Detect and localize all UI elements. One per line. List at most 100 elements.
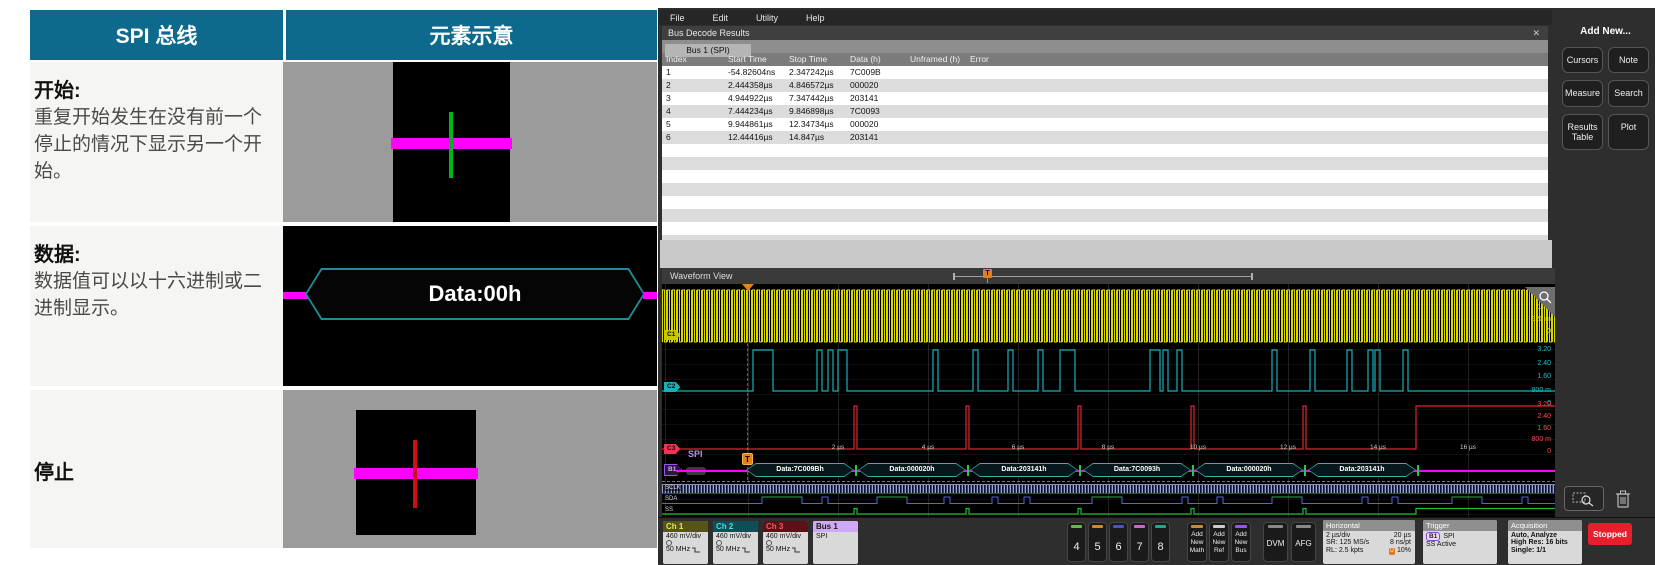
- add-new-ref-button[interactable]: Add New Ref: [1209, 522, 1229, 562]
- ch2-settings-card[interactable]: Ch 2 460 mV/div 50 MHz: [713, 521, 758, 564]
- packet-label: Data:7C009Bh: [747, 464, 853, 476]
- acq-single: Single: 1/1: [1508, 546, 1582, 554]
- results-title-bar[interactable]: Bus Decode Results ✕: [662, 26, 1548, 40]
- menu-utility[interactable]: Utility: [744, 13, 794, 23]
- table-row[interactable]: 22.444358µs4.846572µs000020: [662, 79, 1548, 92]
- bus-stop-start-tick: [967, 465, 969, 476]
- start-description: 开始: 重复开始发生在没有前一个停止的情况下显示另一个开始。: [30, 62, 283, 222]
- ch1-settings-card[interactable]: Ch 1 460 mV/div 50 MHz: [663, 521, 708, 564]
- plot-button[interactable]: Plot: [1608, 114, 1649, 151]
- add-new-heading: Add New...: [1556, 26, 1655, 37]
- header-spi-bus: SPI 总线: [30, 10, 283, 60]
- cell: [966, 66, 1548, 79]
- col-data-h: Data (h): [846, 53, 906, 66]
- ch1-scale-value: 460 mV/div: [663, 532, 708, 540]
- menu-bar: File Edit Utility Help: [658, 10, 1552, 25]
- magnifier-icon: [1538, 290, 1552, 304]
- cell: 203141: [846, 92, 906, 105]
- ch5-color-stripe: [1092, 525, 1103, 528]
- cursors-button[interactable]: Cursors: [1562, 47, 1603, 73]
- trigger-source-badge: B1: [1426, 532, 1440, 541]
- cell: 4.944922µs: [724, 92, 785, 105]
- cell: 14.847µs: [785, 131, 846, 144]
- trigger-flag[interactable]: T: [742, 453, 753, 465]
- cell: 1: [662, 66, 724, 79]
- trigger-position-icon[interactable]: [742, 284, 754, 291]
- trash-icon[interactable]: [1614, 489, 1632, 509]
- bus-stop-start-tick: [855, 465, 857, 476]
- h-record-length: RL: 2.5 kpts: [1326, 547, 1363, 555]
- channel-4-button[interactable]: 4: [1067, 522, 1086, 562]
- horizontal-panel[interactable]: Horizontal 2 µs/div20 µs SR: 125 MS/s8 n…: [1323, 520, 1415, 564]
- cell: [966, 92, 1548, 105]
- bus1-type: SPI: [813, 532, 858, 540]
- sda-label: SDA: [664, 496, 678, 502]
- acq-mode: Auto, Analyze: [1508, 531, 1582, 539]
- ss-digital-waveform: [662, 507, 1555, 516]
- menu-edit[interactable]: Edit: [701, 13, 745, 23]
- cell: 2.444358µs: [724, 79, 785, 92]
- bandwidth-icon: [792, 547, 800, 553]
- trigger-panel[interactable]: Trigger B1SPI SS Active: [1423, 520, 1497, 564]
- channel-5-button[interactable]: 5: [1088, 522, 1107, 562]
- start-title: 开始:: [34, 74, 273, 103]
- results-table-button[interactable]: Results Table: [1562, 114, 1603, 151]
- spi-data-packet: Data:203141h: [970, 463, 1078, 477]
- ch3-settings-card[interactable]: Ch 3 460 mV/div 50 MHz: [763, 521, 808, 564]
- bus1-settings-card[interactable]: Bus 1 SPI: [813, 521, 858, 564]
- results-tab-strip: Bus 1 (SPI): [662, 40, 1548, 53]
- acquisition-panel[interactable]: Acquisition Auto, Analyze High Res: 16 b…: [1508, 520, 1582, 564]
- time-label: 10 µs: [1190, 444, 1206, 451]
- afg-button[interactable]: AFG: [1291, 522, 1316, 562]
- data-description: 数据: 数据值可以以十六进制或二进制显示。: [30, 226, 283, 386]
- table-row[interactable]: 34.944922µs7.347442µs203141: [662, 92, 1548, 105]
- measure-button[interactable]: Measure: [1562, 80, 1603, 106]
- position-icon: U: [1389, 548, 1395, 555]
- ruler-trigger-marker[interactable]: T: [983, 269, 992, 278]
- table-row[interactable]: 47.444234µs9.846898µs7C0093: [662, 105, 1548, 118]
- h-scale: 2 µs/div: [1326, 532, 1350, 539]
- pan-zoom-ruler[interactable]: T: [953, 268, 1253, 284]
- ch3-scale-value: 460 mV/div: [763, 532, 808, 540]
- ch4-color-stripe: [1071, 525, 1082, 528]
- cell: [966, 131, 1548, 144]
- dvm-button[interactable]: DVM: [1263, 522, 1288, 562]
- data-bus-line-right: [643, 292, 657, 299]
- stop-illustration: [283, 390, 657, 548]
- channel-7-button[interactable]: 7: [1130, 522, 1149, 562]
- search-button[interactable]: Search: [1608, 80, 1649, 106]
- add-new-math-button[interactable]: Add New Math: [1187, 522, 1207, 562]
- cell: [966, 105, 1548, 118]
- cell: 000020: [846, 118, 906, 131]
- table-row[interactable]: 612.44416µs14.847µs203141: [662, 131, 1548, 144]
- waveform-title-bar[interactable]: Waveform View T: [662, 268, 1555, 284]
- channel-8-button[interactable]: 8: [1151, 522, 1170, 562]
- cell: [906, 105, 966, 118]
- panel-separator: [660, 240, 1552, 268]
- menu-file[interactable]: File: [658, 13, 701, 23]
- ss-label: SS: [664, 507, 674, 513]
- close-icon[interactable]: ✕: [1532, 26, 1540, 40]
- dvm-stripe: [1268, 525, 1283, 528]
- col-error: Error: [966, 53, 1548, 66]
- h-sample-rate: SR: 125 MS/s: [1326, 539, 1369, 546]
- h-position: 10%: [1397, 547, 1411, 554]
- channel-6-button[interactable]: 6: [1109, 522, 1128, 562]
- acq-resolution: High Res: 16 bits: [1508, 539, 1582, 547]
- ruler-line: [953, 276, 1253, 277]
- time-label: 2 µs: [832, 444, 844, 451]
- waveform-plot-area: C1 C2 C3 B1 SPI Data:7C009Bh Data:000020…: [662, 284, 1555, 517]
- results-rows: 1-54.82604ns2.347242µs7C009B 22.444358µs…: [662, 66, 1548, 144]
- cell: 6: [662, 131, 724, 144]
- menu-help[interactable]: Help: [794, 13, 841, 23]
- table-row[interactable]: 59.944861µs12.34734µs000020: [662, 118, 1548, 131]
- sda-digital-waveform: [662, 495, 1555, 506]
- add-new-bus-button[interactable]: Add New Bus: [1231, 522, 1251, 562]
- cell: 2: [662, 79, 724, 92]
- zoom-select-button[interactable]: [1564, 486, 1604, 511]
- stopped-status-button[interactable]: Stopped: [1588, 523, 1632, 545]
- note-button[interactable]: Note: [1608, 47, 1649, 73]
- results-column-headers: Index Start Time Stop Time Data (h) Unfr…: [662, 53, 1548, 66]
- table-row[interactable]: 1-54.82604ns2.347242µs7C009B: [662, 66, 1548, 79]
- bus-stop-start-tick: [1417, 465, 1419, 476]
